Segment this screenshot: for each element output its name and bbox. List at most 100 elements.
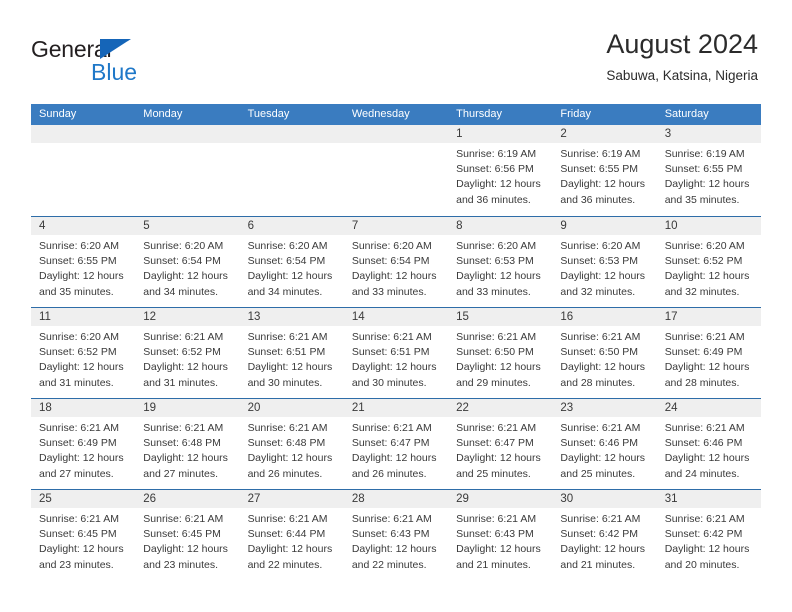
day-details [344, 143, 448, 147]
sunset-text: Sunset: 6:52 PM [143, 346, 221, 359]
day-cell[interactable]: 26 Sunrise: 6:21 AM Sunset: 6:45 PM Dayl… [135, 490, 240, 580]
day-cell[interactable]: 2 Sunrise: 6:19 AM Sunset: 6:55 PM Dayli… [552, 125, 657, 216]
day-cell[interactable]: 31 Sunrise: 6:21 AM Sunset: 6:42 PM Dayl… [656, 490, 761, 580]
day-cell[interactable]: 15 Sunrise: 6:21 AM Sunset: 6:50 PM Dayl… [448, 308, 553, 398]
day-cell[interactable]: 7 Sunrise: 6:20 AM Sunset: 6:54 PM Dayli… [343, 217, 449, 307]
day-cell[interactable] [135, 125, 240, 216]
daylight-text-line1: Daylight: 12 hours [456, 543, 541, 556]
day-cell[interactable]: 12 Sunrise: 6:21 AM Sunset: 6:52 PM Dayl… [135, 308, 240, 398]
day-details: Sunrise: 6:21 AM Sunset: 6:42 PM Dayligh… [657, 508, 761, 573]
day-cell[interactable]: 21 Sunrise: 6:21 AM Sunset: 6:47 PM Dayl… [343, 399, 449, 489]
daylight-text-line2: and 22 minutes. [351, 558, 427, 571]
day-number: 10 [664, 220, 678, 232]
day-cell[interactable]: 5 Sunrise: 6:20 AM Sunset: 6:54 PM Dayli… [135, 217, 240, 307]
day-details: Sunrise: 6:20 AM Sunset: 6:52 PM Dayligh… [31, 326, 135, 391]
day-cell[interactable]: 22 Sunrise: 6:21 AM Sunset: 6:47 PM Dayl… [448, 399, 553, 489]
day-cell[interactable]: 30 Sunrise: 6:21 AM Sunset: 6:42 PM Dayl… [552, 490, 657, 580]
day-details: Sunrise: 6:20 AM Sunset: 6:52 PM Dayligh… [657, 235, 761, 300]
week-row: 11 Sunrise: 6:20 AM Sunset: 6:52 PM Dayl… [31, 307, 761, 398]
daylight-text-line1: Daylight: 12 hours [664, 543, 750, 556]
sunrise-text: Sunrise: 6:20 AM [39, 240, 119, 252]
day-cell[interactable]: 8 Sunrise: 6:20 AM Sunset: 6:53 PM Dayli… [448, 217, 553, 307]
sunset-text: Sunset: 6:43 PM [456, 528, 534, 541]
sunset-text: Sunset: 6:50 PM [560, 346, 639, 359]
daylight-text-line2: and 36 minutes. [560, 193, 636, 206]
day-cell[interactable]: 17 Sunrise: 6:21 AM Sunset: 6:49 PM Dayl… [656, 308, 761, 398]
day-number-band: 5 [135, 217, 240, 235]
day-cell[interactable]: 9 Sunrise: 6:20 AM Sunset: 6:53 PM Dayli… [552, 217, 657, 307]
day-cell[interactable]: 13 Sunrise: 6:21 AM Sunset: 6:51 PM Dayl… [239, 308, 344, 398]
day-cell[interactable]: 14 Sunrise: 6:21 AM Sunset: 6:51 PM Dayl… [343, 308, 449, 398]
day-cell[interactable] [239, 125, 344, 216]
day-number-band: 22 [448, 399, 553, 417]
day-cell[interactable]: 19 Sunrise: 6:21 AM Sunset: 6:48 PM Dayl… [135, 399, 240, 489]
day-cell[interactable]: 18 Sunrise: 6:21 AM Sunset: 6:49 PM Dayl… [31, 399, 136, 489]
daylight-text-line1: Daylight: 12 hours [247, 361, 333, 374]
sunset-text: Sunset: 6:45 PM [39, 528, 117, 541]
brand-logo[interactable]: General Blue [31, 36, 251, 86]
day-number: 25 [39, 493, 52, 505]
day-number-band: 29 [448, 490, 553, 508]
day-number: 3 [664, 128, 672, 140]
weekday-header-wednesday: Wednesday [351, 108, 410, 120]
day-number-band: 30 [552, 490, 657, 508]
day-number-band: 9 [552, 217, 657, 235]
day-cell[interactable] [343, 125, 449, 216]
day-number: 14 [351, 311, 365, 323]
day-cell[interactable] [31, 125, 136, 216]
daylight-text-line2: and 32 minutes. [664, 285, 740, 298]
week-row: 18 Sunrise: 6:21 AM Sunset: 6:49 PM Dayl… [31, 398, 761, 489]
sunrise-text: Sunrise: 6:21 AM [39, 422, 119, 434]
weekday-header-row: Sunday Monday Tuesday Wednesday Thursday… [31, 104, 761, 125]
day-cell[interactable]: 24 Sunrise: 6:21 AM Sunset: 6:46 PM Dayl… [656, 399, 761, 489]
day-number-band: 15 [448, 308, 553, 326]
sunrise-text: Sunrise: 6:19 AM [664, 148, 745, 160]
sunset-text: Sunset: 6:55 PM [664, 163, 743, 176]
weekday-header-thursday: Thursday [456, 108, 502, 120]
day-number-band: 17 [656, 308, 761, 326]
day-cell[interactable]: 28 Sunrise: 6:21 AM Sunset: 6:43 PM Dayl… [343, 490, 449, 580]
day-cell[interactable]: 16 Sunrise: 6:21 AM Sunset: 6:50 PM Dayl… [552, 308, 657, 398]
day-number: 22 [456, 402, 469, 414]
sunset-text: Sunset: 6:46 PM [560, 437, 639, 450]
day-cell[interactable]: 25 Sunrise: 6:21 AM Sunset: 6:45 PM Dayl… [31, 490, 136, 580]
day-cell[interactable]: 23 Sunrise: 6:21 AM Sunset: 6:46 PM Dayl… [552, 399, 657, 489]
sunset-text: Sunset: 6:54 PM [247, 255, 326, 268]
day-number: 21 [351, 402, 365, 414]
daylight-text-line2: and 21 minutes. [560, 558, 636, 571]
day-cell[interactable]: 29 Sunrise: 6:21 AM Sunset: 6:43 PM Dayl… [448, 490, 553, 580]
day-cell[interactable]: 4 Sunrise: 6:20 AM Sunset: 6:55 PM Dayli… [31, 217, 136, 307]
daylight-text-line1: Daylight: 12 hours [247, 543, 333, 556]
day-details: Sunrise: 6:21 AM Sunset: 6:48 PM Dayligh… [135, 417, 239, 482]
daylight-text-line1: Daylight: 12 hours [143, 543, 228, 556]
day-number-band: 13 [239, 308, 344, 326]
sunset-text: Sunset: 6:44 PM [247, 528, 326, 541]
page-header: General Blue August 2024 Sabuwa, Katsina… [0, 0, 792, 103]
day-cell[interactable]: 6 Sunrise: 6:20 AM Sunset: 6:54 PM Dayli… [239, 217, 344, 307]
sunrise-text: Sunrise: 6:20 AM [247, 240, 328, 252]
calendar-grid: Sunday Monday Tuesday Wednesday Thursday… [31, 104, 761, 580]
day-number-band: 12 [135, 308, 240, 326]
day-details: Sunrise: 6:21 AM Sunset: 6:43 PM Dayligh… [448, 508, 552, 573]
daylight-text-line1: Daylight: 12 hours [351, 361, 437, 374]
day-number-band: 23 [552, 399, 657, 417]
sunset-text: Sunset: 6:55 PM [560, 163, 639, 176]
day-cell[interactable]: 3 Sunrise: 6:19 AM Sunset: 6:55 PM Dayli… [656, 125, 761, 216]
day-cell[interactable]: 10 Sunrise: 6:20 AM Sunset: 6:52 PM Dayl… [656, 217, 761, 307]
daylight-text-line2: and 20 minutes. [664, 558, 740, 571]
daylight-text-line1: Daylight: 12 hours [456, 452, 541, 465]
day-cell[interactable]: 11 Sunrise: 6:20 AM Sunset: 6:52 PM Dayl… [31, 308, 136, 398]
daylight-text-line2: and 27 minutes. [39, 467, 114, 480]
sunrise-text: Sunrise: 6:21 AM [39, 513, 119, 525]
day-cell[interactable]: 27 Sunrise: 6:21 AM Sunset: 6:44 PM Dayl… [239, 490, 344, 580]
day-number: 30 [560, 493, 574, 505]
day-number: 26 [143, 493, 157, 505]
day-cell[interactable]: 1 Sunrise: 6:19 AM Sunset: 6:56 PM Dayli… [448, 125, 553, 216]
brand-triangle-icon [100, 39, 131, 59]
day-number: 13 [247, 311, 261, 323]
sunset-text: Sunset: 6:52 PM [664, 255, 743, 268]
sunset-text: Sunset: 6:48 PM [247, 437, 326, 450]
day-cell[interactable]: 20 Sunrise: 6:21 AM Sunset: 6:48 PM Dayl… [239, 399, 344, 489]
day-number: 31 [664, 493, 678, 505]
daylight-text-line1: Daylight: 12 hours [664, 452, 750, 465]
